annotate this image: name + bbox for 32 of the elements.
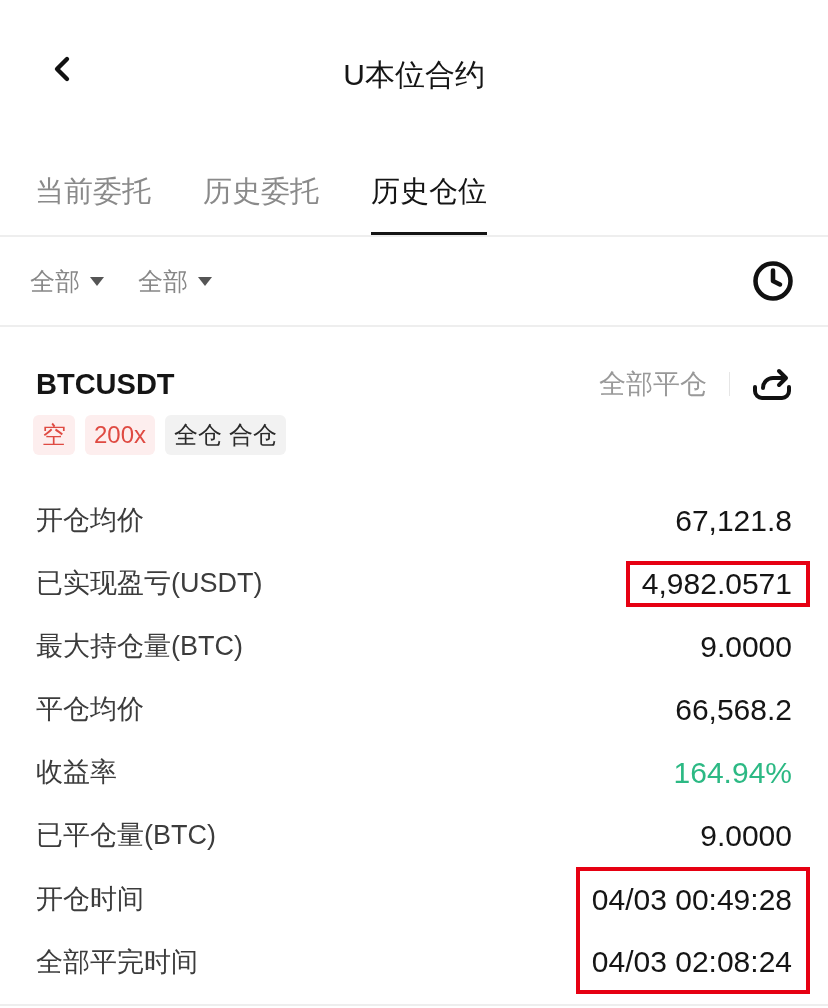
- caret-icon: [90, 276, 104, 286]
- tab[interactable]: 当前委托: [35, 150, 151, 235]
- detail-value: 66,568.2: [675, 694, 792, 725]
- detail-label: 平仓均价: [36, 696, 144, 723]
- close-all-button[interactable]: 全部平仓: [599, 370, 707, 398]
- detail-label: 开仓时间: [36, 885, 144, 913]
- detail-label: 最大持仓量(BTC): [36, 633, 243, 660]
- detail-label: 已实现盈亏(USDT): [36, 570, 263, 597]
- share-icon[interactable]: [752, 367, 792, 401]
- filter-dropdown[interactable]: 全部: [138, 268, 212, 294]
- page-title: U本位合约: [343, 60, 485, 90]
- detail-label: 全部平完时间: [36, 948, 198, 976]
- detail-value: 164.94%: [673, 757, 792, 788]
- symbol-title: BTCUSDT: [36, 369, 175, 399]
- tag: 全仓 合仓: [165, 415, 286, 455]
- tag: 200x: [85, 415, 156, 455]
- history-button[interactable]: [752, 260, 794, 302]
- detail-value: 04/03 00:49:28: [591, 884, 792, 915]
- detail-label: 已平仓量(BTC): [36, 822, 216, 849]
- caret-icon: [198, 276, 212, 286]
- tab[interactable]: 历史委托: [203, 150, 319, 235]
- detail-value: 9.0000: [700, 820, 792, 851]
- detail-label: 开仓均价: [36, 507, 144, 534]
- filter-dropdown[interactable]: 全部: [30, 268, 104, 294]
- clock-icon: [752, 260, 794, 302]
- detail-label: 收益率: [36, 759, 117, 786]
- detail-value: 4,982.0571: [641, 568, 792, 599]
- tab[interactable]: 历史仓位: [371, 150, 487, 235]
- tag: 空: [33, 415, 75, 455]
- detail-value: 9.0000: [700, 631, 792, 662]
- detail-value: 04/03 02:08:24: [591, 946, 792, 977]
- detail-value: 67,121.8: [675, 505, 792, 536]
